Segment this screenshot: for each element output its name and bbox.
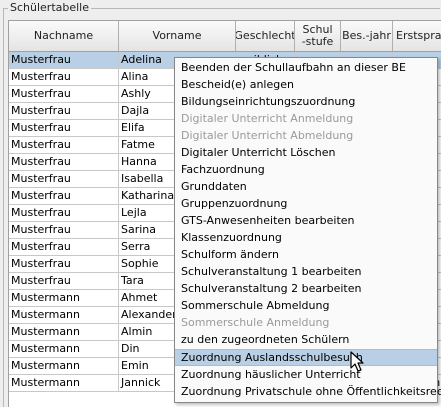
- cell-nachname: Musterfrau: [9, 239, 119, 255]
- context-menu-item[interactable]: Gruppenzuordnung: [175, 195, 437, 212]
- cell-nachname: Musterfrau: [9, 137, 119, 153]
- context-menu-item: Sommerschule Anmeldung: [181, 316, 330, 329]
- context-menu-item: Digitaler Unterricht Anmeldung: [181, 112, 354, 125]
- cell-nachname: Mustermann: [9, 358, 119, 374]
- cell-nachname: Musterfrau: [9, 154, 119, 170]
- cell-nachname: Musterfrau: [9, 171, 119, 187]
- cell-nachname: Musterfrau: [9, 103, 119, 119]
- mouse-pointer-icon: [350, 351, 364, 372]
- context-menu-item[interactable]: Zuordnung Auslandsschulbesuch: [175, 349, 437, 366]
- cell-nachname: Musterfrau: [9, 120, 119, 136]
- cell-nachname: Mustermann: [9, 341, 119, 357]
- cell-nachname: Musterfrau: [9, 188, 119, 204]
- group-title: Schülertabelle: [8, 1, 92, 14]
- column-header-besuchsjahr[interactable]: Bes.-jahr: [341, 21, 393, 51]
- context-menu-item[interactable]: Bildungseinrichtungszuordnung: [175, 93, 437, 110]
- context-menu-item[interactable]: Schulveranstaltung 1 bearbeiten: [175, 263, 437, 280]
- column-header-erstsprache[interactable]: Erstsprac: [393, 21, 441, 51]
- context-menu-item: Digitaler Unterricht Abmeldung: [181, 129, 354, 142]
- context-menu-item[interactable]: Klassenzuordnung: [175, 229, 437, 246]
- context-menu-item[interactable]: Grunddaten: [175, 178, 437, 195]
- context-menu-item[interactable]: Zuordnung häuslicher Unterricht: [175, 366, 437, 383]
- context-menu-item[interactable]: Digitaler Unterricht Löschen: [175, 144, 437, 161]
- cell-nachname: Musterfrau: [9, 256, 119, 272]
- cell-nachname: Musterfrau: [9, 273, 119, 289]
- cell-nachname: Musterfrau: [9, 205, 119, 221]
- column-header-schulstufe[interactable]: Schul -stufe: [295, 21, 341, 51]
- column-header-geschlecht[interactable]: Geschlecht: [236, 21, 295, 51]
- cell-nachname: Mustermann: [9, 307, 119, 323]
- cell-nachname: Mustermann: [9, 375, 119, 391]
- context-menu-item[interactable]: Fachzuordnung: [175, 161, 437, 178]
- context-menu-item[interactable]: Zuordnung Privatschule ohne Öffentlichke…: [175, 383, 441, 400]
- cell-nachname: Musterfrau: [9, 86, 119, 102]
- context-menu-item[interactable]: Schulveranstaltung 2 bearbeiten: [175, 280, 437, 297]
- cell-nachname: Mustermann: [9, 290, 119, 306]
- context-menu-item[interactable]: Bescheid(e) anlegen: [175, 76, 437, 93]
- context-menu-item[interactable]: Sommerschule Abmeldung: [175, 297, 437, 314]
- table-header: Nachname Vorname Geschlecht Schul -stufe…: [9, 21, 441, 52]
- cell-nachname: Musterfrau: [9, 52, 119, 68]
- context-menu-item[interactable]: zu den zugeordneten Schülern: [175, 331, 437, 348]
- cell-nachname: Musterfrau: [9, 222, 119, 238]
- context-menu: Beenden der Schullaufbahn an dieser BE Be…: [174, 57, 441, 403]
- context-menu-item[interactable]: Schulform ändern: [175, 246, 437, 263]
- column-header-nachname[interactable]: Nachname: [9, 21, 119, 51]
- column-header-vorname[interactable]: Vorname: [119, 21, 236, 51]
- cell-nachname: Musterfrau: [9, 69, 119, 85]
- context-menu-item[interactable]: Beenden der Schullaufbahn an dieser BE: [175, 59, 437, 76]
- cell-nachname: Mustermann: [9, 324, 119, 340]
- context-menu-item[interactable]: GTS-Anwesenheiten bearbeiten: [175, 212, 437, 229]
